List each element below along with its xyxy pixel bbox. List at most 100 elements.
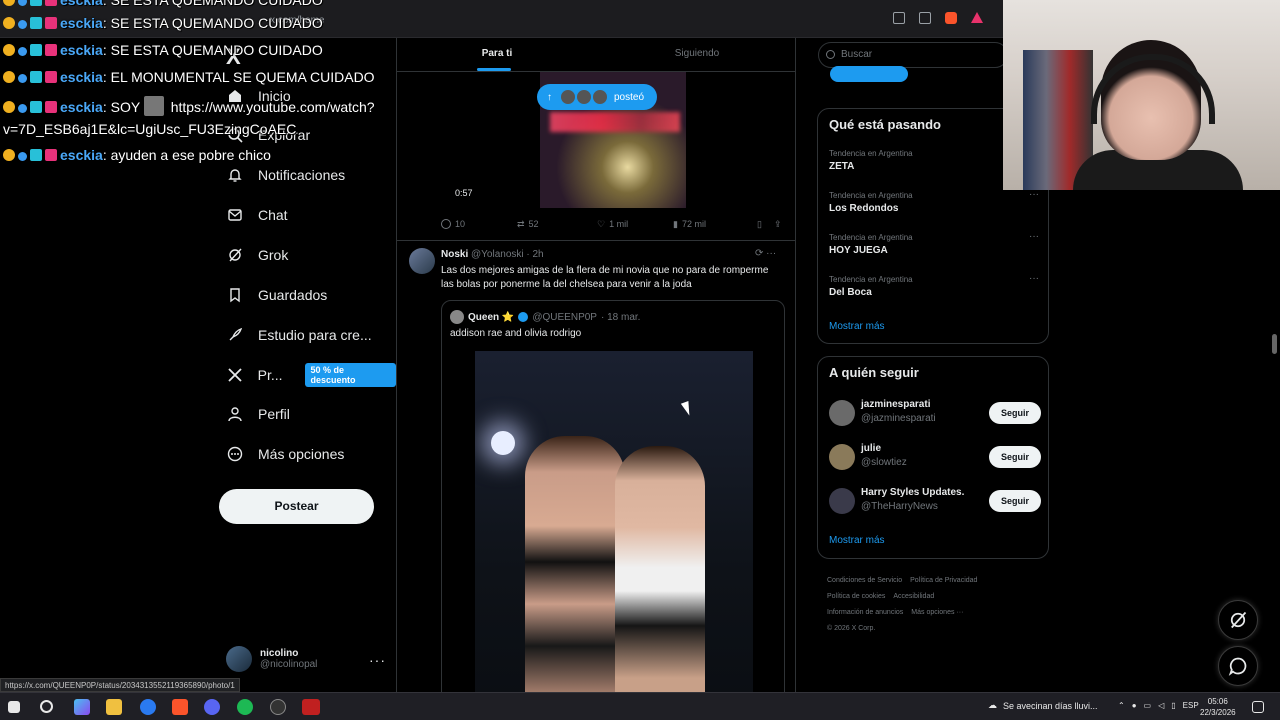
scrollbar[interactable] [1272, 334, 1277, 354]
follow-suggestion[interactable]: Harry Styles Updates. @TheHarryNews Segu… [829, 485, 1041, 519]
discord-icon[interactable] [204, 699, 220, 715]
post-menu-icon[interactable]: ⟳ ··· [755, 248, 776, 259]
author-handle[interactable]: @Yolanoski [471, 249, 524, 260]
mic-icon[interactable]: ● [1132, 701, 1137, 710]
brave-shield-icon[interactable] [945, 12, 957, 24]
chat-username: esckia [60, 99, 103, 115]
new-posts-pill[interactable]: ↑ posteó [537, 84, 657, 110]
chat-link[interactable]: https://www.youtube.com/watch? [171, 99, 375, 115]
obs-icon[interactable] [270, 699, 286, 715]
avatar[interactable] [409, 248, 435, 274]
more-dots-icon[interactable]: ··· [1029, 231, 1039, 242]
spotify-icon[interactable] [237, 699, 253, 715]
nav-item-notificaciones[interactable]: Notificaciones [226, 160, 345, 190]
clock[interactable]: 05:06 22/3/2026 [1200, 696, 1236, 718]
footer-link[interactable]: Más opciones ··· [911, 609, 963, 616]
battery-icon[interactable]: ▯ [1171, 701, 1175, 710]
brave-icon[interactable] [172, 699, 188, 715]
avatar[interactable] [829, 488, 855, 514]
rain-cloud-icon: ☁ [988, 700, 997, 710]
bookmark-icon[interactable]: ▯ [757, 219, 762, 230]
reply-button[interactable]: 10 [441, 219, 517, 229]
subscribe-button[interactable] [830, 66, 908, 82]
badge-icon [18, 74, 27, 83]
windows-start-icon[interactable] [8, 701, 20, 713]
nav-item-guardados[interactable]: Guardados [226, 280, 327, 310]
nav-item-premium[interactable]: Pr... 50 % de descuento [226, 360, 396, 390]
app-icon[interactable] [302, 699, 320, 715]
account-switcher[interactable]: nicolino @nicolinopal ··· [226, 646, 386, 672]
like-button[interactable]: ♡ 1 mil [597, 219, 673, 230]
trend-item[interactable]: Tendencia en Argentina Del Boca ··· [829, 273, 1039, 298]
follow-handle: @jazminesparati [861, 413, 936, 424]
nav-item-grok[interactable]: Grok [226, 240, 288, 270]
badge-icon [30, 149, 42, 161]
tab-siguiendo[interactable]: Siguiendo [597, 38, 795, 71]
views-button[interactable]: ▮ 72 mil [673, 219, 757, 230]
volume-icon[interactable]: ◁ [1158, 701, 1164, 710]
webcam-overlay [1003, 0, 1280, 190]
brave-rewards-icon[interactable] [971, 12, 983, 23]
language-indicator[interactable]: ESP [1183, 701, 1199, 710]
search-input[interactable]: Buscar [818, 42, 1008, 68]
edge-icon[interactable] [140, 699, 156, 715]
trend-item[interactable]: Tendencia en Argentina HOY JUEGA ··· [829, 231, 1039, 256]
follow-title: A quién seguir [829, 365, 919, 380]
nav-item-mas-opciones[interactable]: Más opciones [226, 439, 344, 469]
repost-button[interactable]: ⇄ 52 [517, 219, 597, 230]
share-icon[interactable] [919, 12, 931, 24]
nav-item-estudio[interactable]: Estudio para cre... [226, 320, 372, 350]
quoted-post[interactable]: Queen ⭐ @QUEENP0P · 18 mar. addison rae … [441, 300, 785, 692]
trend-item[interactable]: Tendencia en Argentina Los Redondos ··· [829, 189, 1039, 214]
follow-button[interactable]: Seguir [989, 446, 1041, 468]
file-explorer-icon[interactable] [106, 699, 122, 715]
author-name[interactable]: Noski [441, 249, 468, 260]
chat-fab[interactable] [1218, 646, 1258, 686]
footer-link[interactable]: Condiciones de Servicio [827, 577, 902, 584]
avatar[interactable] [829, 444, 855, 470]
post-actions: 10 ⇄ 52 ♡ 1 mil ▮ 72 mil ▯ ⇪ [441, 216, 785, 232]
follow-button[interactable]: Seguir [989, 490, 1041, 512]
copilot-icon[interactable] [74, 699, 90, 715]
tab-para-ti[interactable]: Para ti [397, 38, 597, 71]
grok-fab[interactable] [1218, 600, 1258, 640]
show-more-link[interactable]: Mostrar más [829, 321, 885, 332]
avatar [560, 89, 576, 105]
more-circle-icon [226, 445, 244, 463]
quote-date: · 18 mar. [600, 311, 641, 323]
badge-icon [45, 71, 57, 83]
more-dots-icon[interactable]: ··· [1029, 273, 1039, 284]
badge-icon [18, 104, 27, 113]
share-icon[interactable]: ⇪ [774, 219, 782, 230]
footer-link[interactable]: Política de cookies [827, 593, 885, 600]
chevron-up-icon[interactable]: ⌃ [1118, 701, 1125, 710]
grok-icon [1230, 611, 1247, 629]
footer-link[interactable]: Accesibilidad [893, 593, 934, 600]
cast-icon[interactable] [893, 12, 905, 24]
weather-widget[interactable]: ☁ Se avecinan días lluvi... [988, 700, 1098, 711]
chat-message: esckia: SE ESTA QUEMANDO CUIDADO [3, 0, 323, 8]
quote-photo[interactable] [475, 351, 753, 692]
more-dots-icon[interactable]: ··· [1029, 189, 1039, 200]
footer-link[interactable]: Información de anuncios [827, 609, 903, 616]
nav-item-chat[interactable]: Chat [226, 200, 288, 230]
nav-item-perfil[interactable]: Perfil [226, 399, 290, 429]
show-more-link[interactable]: Mostrar más [829, 535, 885, 546]
emote-icon [143, 96, 164, 116]
post-button[interactable]: Postear [219, 489, 374, 524]
notifications-icon[interactable] [1252, 701, 1264, 713]
like-count: 1 mil [609, 219, 629, 229]
address-bar[interactable]: x.com/home [240, 10, 800, 32]
more-dots-icon[interactable]: ··· [369, 652, 386, 668]
follow-suggestion[interactable]: jazminesparati @jazminesparati Seguir [829, 397, 1041, 431]
chat-text: : SE ESTA QUEMANDO CUIDADO [102, 42, 323, 58]
divider [397, 240, 795, 241]
follow-button[interactable]: Seguir [989, 402, 1041, 424]
search-icon[interactable] [40, 700, 53, 713]
avatar[interactable] [829, 400, 855, 426]
chat-link-continuation[interactable]: v=7D_ESB6aj1E&lc=UgiUsc_FU3EzingCoAEC [3, 121, 296, 137]
footer-link[interactable]: Política de Privacidad [910, 577, 977, 584]
network-icon[interactable]: ▭ [1144, 701, 1152, 710]
badge-icon [45, 17, 57, 29]
follow-suggestion[interactable]: julie @slowtiez Seguir [829, 441, 1041, 475]
